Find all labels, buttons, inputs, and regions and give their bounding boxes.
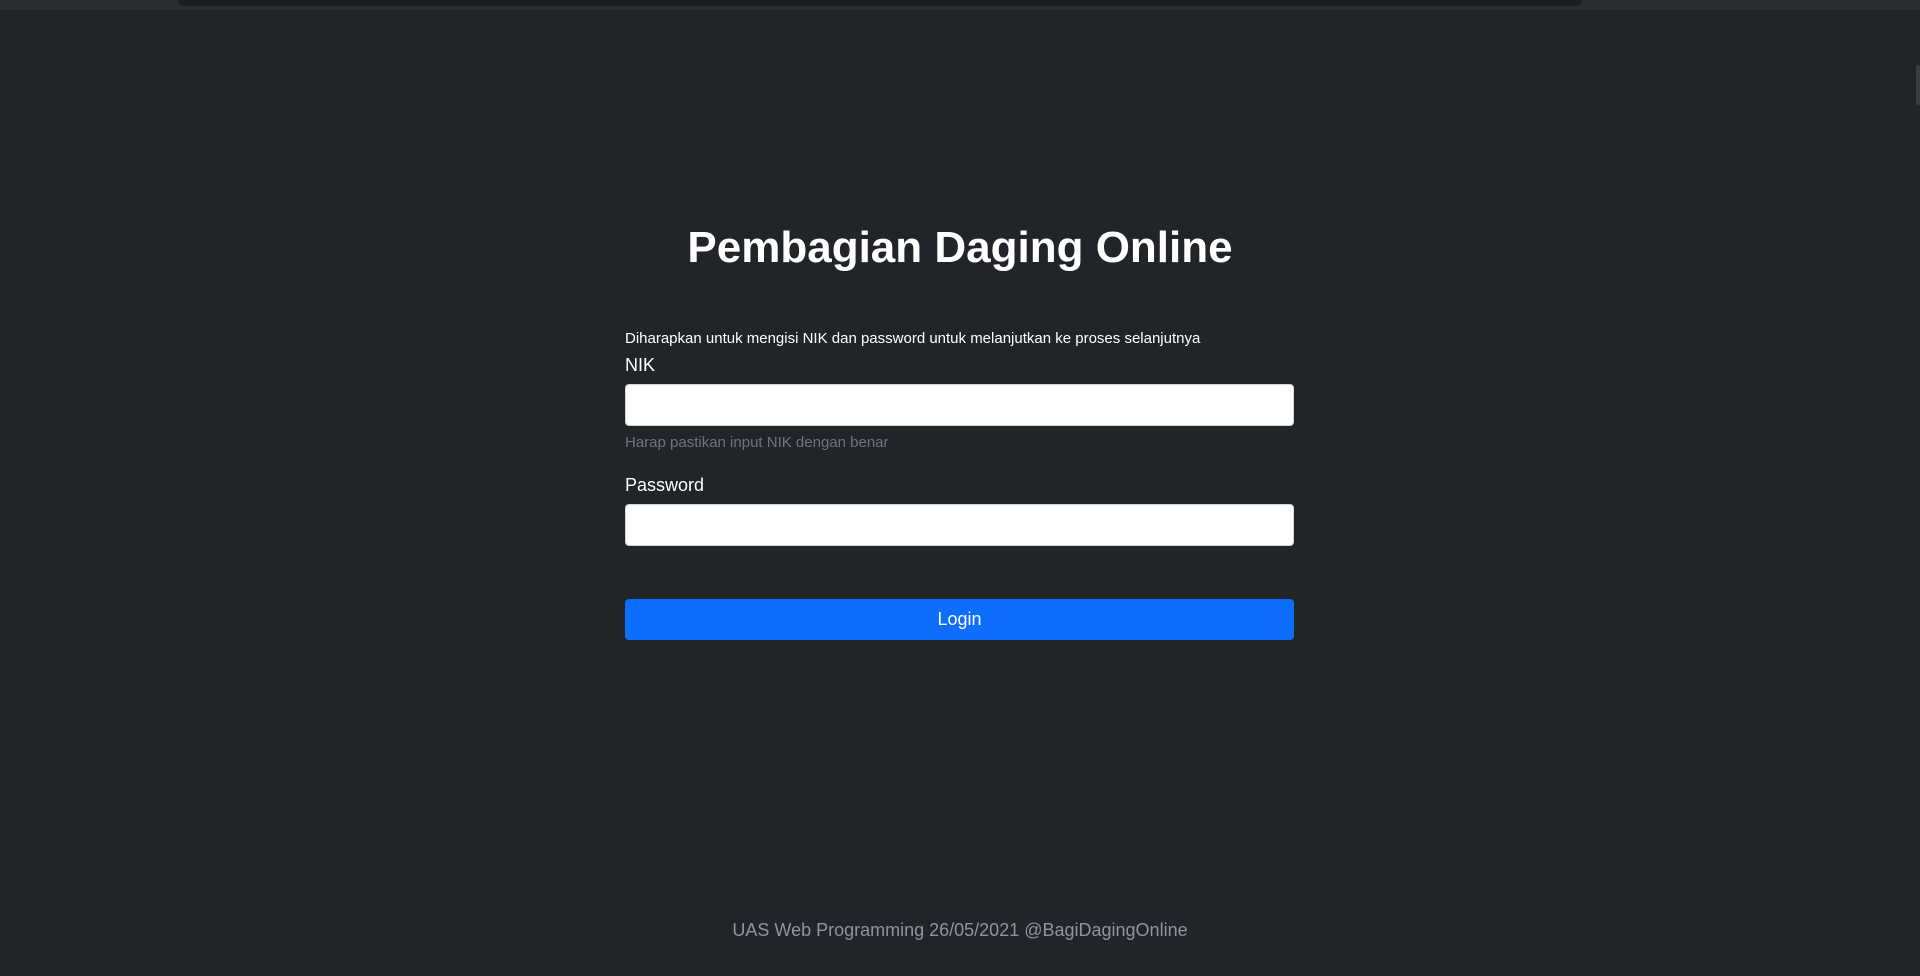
password-input[interactable] <box>625 504 1294 546</box>
footer-text: UAS Web Programming 26/05/2021 @BagiDagi… <box>732 920 1188 940</box>
nik-input[interactable] <box>625 384 1294 426</box>
nik-group: NIK Harap pastikan input NIK dengan bena… <box>625 352 1294 453</box>
nik-label: NIK <box>625 355 656 375</box>
nik-help-text: Harap pastikan input NIK dengan benar <box>625 434 889 451</box>
login-button[interactable]: Login <box>625 599 1294 640</box>
scrollbar-thumb[interactable] <box>1916 65 1920 105</box>
password-group: Password <box>625 472 1294 546</box>
login-form: Diharapkan untuk mengisi NIK dan passwor… <box>625 326 1294 640</box>
page-title: Pembagian Daging Online <box>687 223 1233 272</box>
form-instruction: Diharapkan untuk mengisi NIK dan passwor… <box>625 330 1201 347</box>
browser-top-bar <box>178 0 1582 6</box>
browser-top-strip <box>0 0 1920 10</box>
password-label: Password <box>625 475 705 495</box>
